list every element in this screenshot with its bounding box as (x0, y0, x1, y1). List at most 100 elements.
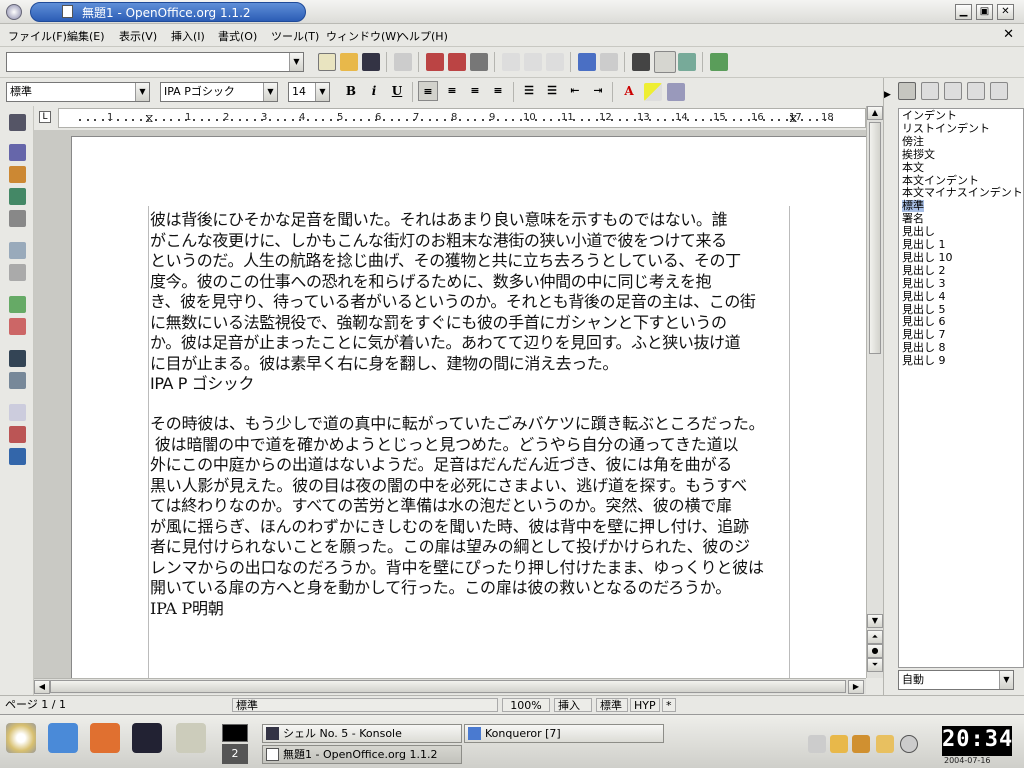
autocomplete-icon[interactable] (9, 242, 26, 259)
desktop-pager[interactable]: 2 (222, 724, 248, 764)
k-menu-icon[interactable] (6, 723, 36, 753)
style-item[interactable]: 見出し 5 (902, 303, 946, 316)
align-left-button[interactable]: ≡ (418, 81, 438, 101)
navigation-button[interactable]: ● (867, 644, 883, 658)
text-line[interactable]: レンマからの出口なのだろうか。背中を壁にぴったり押し付けたまま、ゆっくりと彼は (150, 558, 804, 579)
tray-input-method-icon[interactable] (876, 735, 894, 753)
desktop-1[interactable] (222, 724, 248, 742)
hyperlink-icon[interactable] (678, 53, 696, 71)
text-line[interactable]: ては終わりなのか。すべての苦労と準備は水の泡だというのか。突然、彼の横で扉 (150, 496, 804, 517)
maximize-button[interactable]: ▣ (976, 4, 993, 20)
insert-field-icon[interactable] (9, 144, 26, 161)
online-layout-icon[interactable] (9, 448, 26, 465)
menu-insert[interactable]: 挿入(I) (171, 28, 205, 44)
align-right-button[interactable]: ≡ (465, 81, 485, 101)
scroll-down-button[interactable]: ▼ (867, 614, 883, 628)
text-line[interactable]: 度今。彼のこの仕事への恐れを和らげるために、数多い仲間の中に同じ考えを抱 (150, 272, 804, 293)
menu-tools[interactable]: ツール(T) (271, 28, 319, 44)
scroll-up-button[interactable]: ▲ (867, 106, 883, 120)
underline-button[interactable]: U (387, 81, 407, 101)
hyperlink-mode-indicator[interactable]: HYP (630, 698, 660, 712)
hscroll-thumb[interactable] (50, 680, 846, 693)
redo-icon[interactable] (600, 53, 618, 71)
scroll-thumb[interactable] (869, 122, 881, 354)
style-item[interactable]: 本文インデント (902, 174, 979, 187)
mail-icon[interactable] (176, 723, 206, 753)
text-line[interactable]: 外にこの中庭からの出道はないようだ。足音はだんだん近づき、彼には角を曲がる (150, 455, 804, 476)
home-folder-icon[interactable] (90, 723, 120, 753)
menu-edit[interactable]: 編集(E) (67, 28, 105, 44)
highlight-icon[interactable] (644, 83, 662, 101)
minimize-button[interactable]: ▁ (955, 4, 972, 20)
character-styles-icon[interactable] (921, 82, 939, 100)
clock[interactable]: 20:34 (942, 726, 1012, 756)
horizontal-ruler[interactable]: 1 1 2 3 4 5 6 7 8 9 10 11 12 13 14 15 16… (58, 108, 866, 128)
style-item[interactable]: 見出し (902, 226, 935, 238)
style-item[interactable]: 見出し 8 (902, 342, 946, 354)
graphics-off-icon[interactable] (9, 426, 26, 443)
style-item[interactable]: 本文 (902, 161, 924, 174)
document-viewport[interactable]: 彼は背後にひそかな足音を聞いた。それはあまり良い意味を示すものではない。誰 がこん… (34, 130, 866, 678)
scroll-left-button[interactable]: ◀ (34, 680, 50, 694)
tray-wallet-icon[interactable] (852, 735, 870, 753)
text-line[interactable]: 彼は背後にひそかな足音を聞いた。それはあまり良い意味を示すものではない。誰 (150, 210, 804, 231)
text-line[interactable]: に目が止まる。彼は素早く右に身を翻し、建物の間に消え去った。 (150, 354, 804, 375)
page-style-indicator[interactable]: 標準 (232, 698, 498, 712)
copy-icon[interactable] (524, 53, 542, 71)
close-button[interactable]: ✕ (997, 4, 1014, 20)
form-controls-icon[interactable] (9, 210, 26, 227)
selection-mode-indicator[interactable]: 標準 (596, 698, 628, 712)
paste-icon[interactable] (546, 53, 564, 71)
export-pdf-icon[interactable] (426, 53, 444, 71)
nonprinting-characters-icon[interactable] (9, 404, 26, 421)
paragraph-style-select[interactable]: 標準 ▼ (6, 82, 150, 102)
menu-window[interactable]: ウィンドウ(W) (326, 28, 400, 44)
style-item[interactable]: 挨拶文 (902, 148, 935, 161)
style-dropdown-button[interactable]: ▼ (135, 83, 149, 101)
cut-icon[interactable] (502, 53, 520, 71)
menu-format[interactable]: 書式(O) (218, 28, 257, 44)
text-line[interactable]: が風に揺らぎ、ほんのわずかにきしむのを聞いた時、彼は背中を壁に押し付け、追跡 (150, 517, 804, 538)
scroll-right-button[interactable]: ▶ (848, 680, 864, 694)
tray-clipboard-icon[interactable] (808, 735, 826, 753)
open-folder-icon[interactable] (340, 53, 358, 71)
style-item[interactable]: インデント (902, 110, 957, 122)
kde-home-icon[interactable] (48, 723, 78, 753)
decrease-indent-button[interactable]: ⇤ (565, 81, 585, 101)
text-line[interactable]: 者に見付けられないことを願った。この扉は望みの綱として投げかけられた、彼のジ (150, 537, 804, 558)
auto-spellcheck-icon[interactable] (9, 318, 26, 335)
increase-indent-button[interactable]: ⇥ (588, 81, 608, 101)
text-line[interactable]: 開いている扉の方へと身を動かして行った。この扉は彼の救いとなるのだろうか。 (150, 578, 804, 599)
horizontal-scrollbar[interactable]: ◀ ▶ (34, 678, 866, 694)
style-item[interactable]: 見出し 9 (902, 355, 946, 367)
bullets-button[interactable]: ☰ (542, 81, 562, 101)
text-line[interactable]: IPA P明朝 (150, 599, 804, 620)
style-item[interactable]: リストインデント (902, 122, 990, 135)
style-item[interactable]: 見出し 3 (902, 277, 946, 290)
text-line[interactable]: というのだ。人生の航路を捻じ曲げ、その獲物と共に立ち去ろうとしている、その丁 (150, 251, 804, 272)
style-item[interactable]: 見出し 1 (902, 239, 946, 251)
style-item[interactable]: 署名 (902, 213, 924, 225)
insert-mode-indicator[interactable]: 挿入 (554, 698, 592, 712)
menu-file[interactable]: ファイル(F) (8, 28, 67, 44)
tab-type-selector[interactable]: L (39, 111, 51, 123)
font-dropdown-button[interactable]: ▼ (263, 83, 277, 101)
style-list[interactable]: インデント リストインデント 傍注 挨拶文 本文 本文インデント 本文マイナスインデント 標準… (898, 108, 1024, 668)
spellcheck-icon[interactable] (9, 296, 26, 313)
page-styles-icon[interactable] (967, 82, 985, 100)
desktop-2[interactable]: 2 (222, 744, 248, 764)
paragraph-gothic[interactable]: 彼は背後にひそかな足音を聞いた。それはあまり良い意味を示すものではない。誰 がこん… (150, 210, 804, 395)
save-icon[interactable] (362, 53, 380, 71)
paragraph-mincho[interactable]: その時彼は、もう少しで道の真中に転がっていたごみバケツに躓き転ぶところだった。 … (150, 414, 804, 619)
gallery-icon[interactable] (710, 53, 728, 71)
print-file-icon[interactable] (448, 53, 466, 71)
background-color-icon[interactable] (667, 83, 685, 101)
list-styles-icon[interactable] (990, 82, 1008, 100)
text-cursor-icon[interactable] (9, 264, 26, 281)
document-close-icon[interactable]: ✕ (1003, 27, 1014, 42)
text-line[interactable]: 彼は暗闇の中で道を確かめようとじっと見つめた。どうやら自分の通ってきた道以 (150, 435, 804, 456)
frame-styles-icon[interactable] (944, 82, 962, 100)
url-input[interactable]: ▼ (6, 52, 304, 72)
numbering-button[interactable]: ☰ (519, 81, 539, 101)
tray-klipper-icon[interactable] (830, 735, 848, 753)
